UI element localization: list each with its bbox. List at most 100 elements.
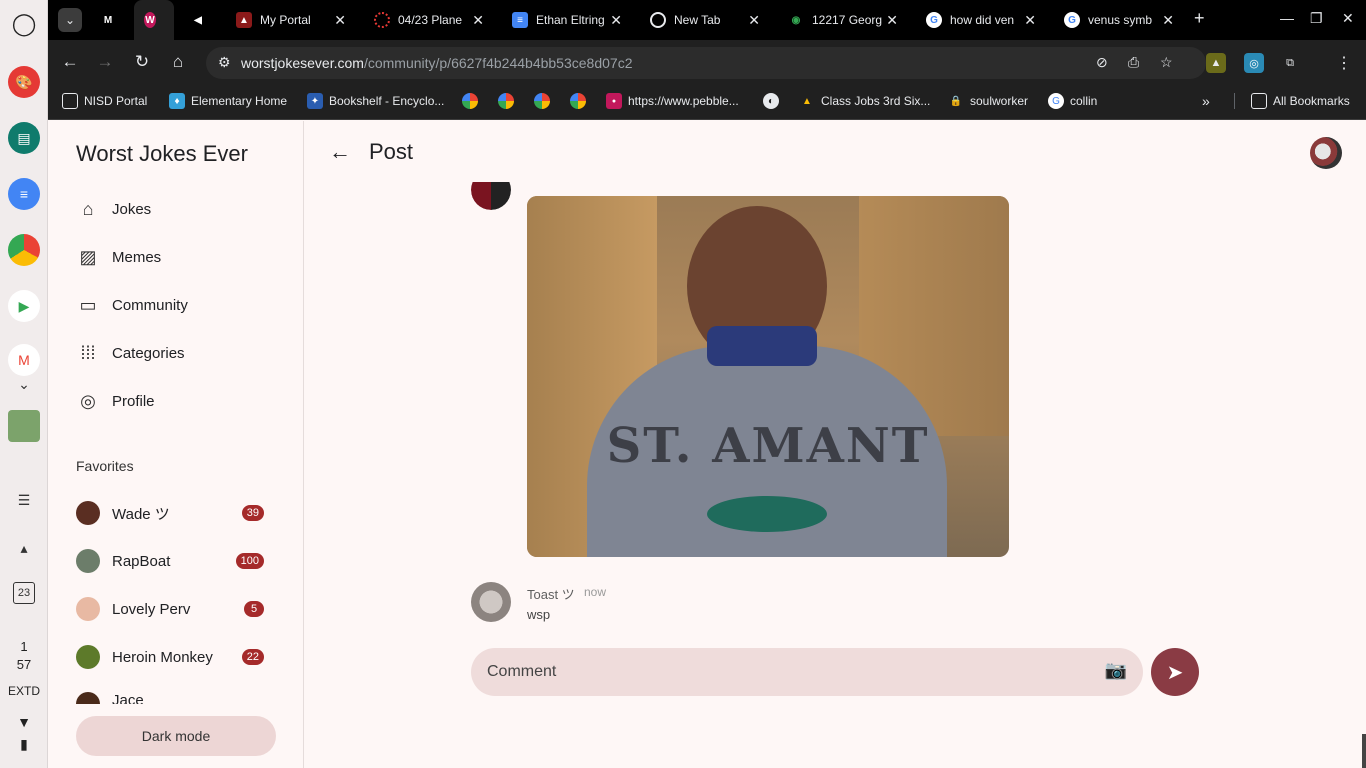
nav-community[interactable]: ▭ Community <box>76 293 187 317</box>
os-shelf: ◯ 🎨 ▤ ≡ ▶ M ⌄ ☰ ▴ 23 1 57 EXTD ▼ ▮ <box>0 0 48 768</box>
back-icon[interactable]: ← <box>59 52 81 72</box>
comment-text: wsp <box>527 607 551 622</box>
nav-categories[interactable]: ⁞⁞⁞ Categories <box>76 341 184 365</box>
bookmark-globe[interactable]: ◐ <box>763 93 785 109</box>
camera-icon[interactable]: 📷 <box>1105 660 1127 681</box>
extension-a-icon[interactable]: ▲ <box>1206 53 1226 73</box>
window-close-icon[interactable]: ✕ <box>1342 10 1354 27</box>
tab-worst-jokes[interactable]: W <box>134 0 174 40</box>
google-icon: G <box>1064 12 1080 28</box>
chrome-app-icon[interactable] <box>8 234 40 266</box>
back-arrow-icon[interactable]: ← <box>329 139 351 165</box>
bookmark-class-jobs[interactable]: ▲ Class Jobs 3rd Six... <box>799 93 930 109</box>
site-title[interactable]: Worst Jokes Ever <box>76 141 248 167</box>
bookmark-elementary-home[interactable]: ♦ Elementary Home <box>169 93 287 109</box>
tab-google-2[interactable]: G venus symb ✕ <box>1054 0 1184 40</box>
close-icon[interactable]: ✕ <box>472 12 484 29</box>
bookmark-collin[interactable]: G collin <box>1048 93 1097 109</box>
bookmark-pebble[interactable]: ● https://www.pebble... <box>606 93 739 109</box>
favorite-item[interactable]: RapBoat 100 <box>76 548 264 574</box>
nav-memes[interactable]: ▨ Memes <box>76 245 161 269</box>
tab-new-tab[interactable]: New Tab ✕ <box>640 0 770 40</box>
w-icon: W <box>144 12 156 28</box>
pinwheel-icon <box>534 93 550 109</box>
user-avatar[interactable] <box>1310 137 1342 169</box>
comment-input[interactable] <box>487 660 1087 684</box>
launcher-icon[interactable]: ◯ <box>8 8 40 40</box>
scrollbar[interactable] <box>1362 734 1366 768</box>
favorite-item[interactable]: Lovely Perv 5 <box>76 596 264 622</box>
more-menu-icon[interactable]: ⋮ <box>1334 53 1354 73</box>
comment-avatar[interactable] <box>471 582 511 622</box>
close-icon[interactable]: ✕ <box>886 12 898 29</box>
all-bookmarks[interactable]: All Bookmarks <box>1234 93 1350 109</box>
grid-icon: ⁞⁞⁞ <box>80 342 96 363</box>
bookmark-nisd-portal[interactable]: NISD Portal <box>62 93 147 109</box>
favorite-item[interactable]: Heroin Monkey 22 <box>76 644 264 670</box>
home-icon[interactable]: ⌂ <box>167 52 189 72</box>
tab-google-1[interactable]: G how did ven ✕ <box>916 0 1046 40</box>
favorite-item[interactable]: Wade ツ 39 <box>76 500 264 526</box>
favorite-item[interactable]: Jace <box>76 692 264 704</box>
play-store-icon[interactable]: ▶ <box>8 290 40 322</box>
pebble-icon: ● <box>606 93 622 109</box>
close-icon[interactable]: ✕ <box>1024 12 1036 29</box>
bookmark-star-icon[interactable]: ☆ <box>1160 54 1173 71</box>
bookmark-photos-4[interactable] <box>570 93 592 109</box>
system-clock[interactable]: 1 57 <box>0 638 48 674</box>
tab-audio[interactable]: ◀ <box>184 0 220 40</box>
calendar-icon[interactable]: 23 <box>13 582 35 604</box>
forward-icon[interactable]: → <box>94 52 116 72</box>
battery-icon[interactable]: ▮ <box>8 728 40 760</box>
avatar <box>76 549 100 573</box>
docs-app-icon[interactable]: ≡ <box>8 178 40 210</box>
more-bookmarks-icon[interactable]: » <box>1202 93 1210 109</box>
bookmark-bookshelf[interactable]: ✦ Bookshelf - Encyclo... <box>307 93 444 109</box>
extension-b-icon[interactable]: ◎ <box>1244 53 1264 73</box>
dark-mode-button[interactable]: Dark mode <box>76 716 276 756</box>
unread-badge: 5 <box>244 601 264 617</box>
url-text[interactable]: worstjokesever.com/community/p/6627f4b24… <box>241 55 632 71</box>
image-region <box>707 496 827 532</box>
extd-label: EXTD <box>7 684 40 698</box>
bookmark-photos-3[interactable] <box>534 93 556 109</box>
nav-profile[interactable]: ◎ Profile <box>76 389 154 413</box>
minimize-icon[interactable]: — <box>1280 10 1294 26</box>
chevron-down-icon[interactable]: ⌄ <box>8 368 40 400</box>
nav-jokes[interactable]: ⌂ Jokes <box>76 197 152 221</box>
pinwheel-icon <box>498 93 514 109</box>
bookmark-photos-2[interactable] <box>498 93 520 109</box>
post-image[interactable]: ST. AMANT <box>527 196 1009 557</box>
send-button[interactable]: ➤ <box>1151 648 1199 696</box>
close-icon[interactable]: ✕ <box>334 12 346 29</box>
classroom-app-icon[interactable]: ▤ <box>8 122 40 154</box>
close-icon[interactable]: ✕ <box>748 12 760 29</box>
close-icon[interactable]: ✕ <box>1162 12 1174 29</box>
close-icon[interactable]: ✕ <box>610 12 622 29</box>
ghost-icon[interactable]: ▴ <box>8 532 40 564</box>
install-app-icon[interactable]: ⎙ <box>1128 54 1139 71</box>
tab-search-icon[interactable]: ⌄ <box>58 8 82 32</box>
tab-my-portal[interactable]: ▲ My Portal ✕ <box>226 0 356 40</box>
site-info-icon[interactable]: ⚙ <box>218 54 231 71</box>
tab-maps[interactable]: ◉ 12217 Georg ✕ <box>778 0 908 40</box>
extensions-puzzle-icon[interactable]: ⧉ <box>1280 53 1300 73</box>
bookmark-photos-1[interactable] <box>462 93 484 109</box>
photo-thumbnail-icon[interactable] <box>8 410 40 442</box>
portal-icon: ▲ <box>236 12 252 28</box>
favorite-name: Jace <box>112 692 144 704</box>
paint-app-icon[interactable]: 🎨 <box>8 66 40 98</box>
britannica-icon: ✦ <box>307 93 323 109</box>
tab-docs[interactable]: ≡ Ethan Eltring ✕ <box>502 0 632 40</box>
new-tab-icon[interactable]: + <box>1194 8 1205 29</box>
page-title: Post <box>369 139 414 164</box>
bookmark-soulworker[interactable]: 🔒 soulworker <box>948 93 1028 109</box>
playlist-icon[interactable]: ☰ <box>8 484 40 516</box>
comment-author[interactable]: Toast ツ <box>527 584 575 603</box>
address-bar[interactable]: ⚙ worstjokesever.com/community/p/6627f4b… <box>206 47 1206 79</box>
tracking-off-icon[interactable]: ⊘ <box>1096 54 1108 71</box>
tab-pinned-m[interactable]: M <box>92 0 132 40</box>
restore-icon[interactable]: ❐ <box>1310 10 1323 27</box>
tab-planner[interactable]: 04/23 Plane ✕ <box>364 0 494 40</box>
reload-icon[interactable]: ↻ <box>131 52 153 72</box>
